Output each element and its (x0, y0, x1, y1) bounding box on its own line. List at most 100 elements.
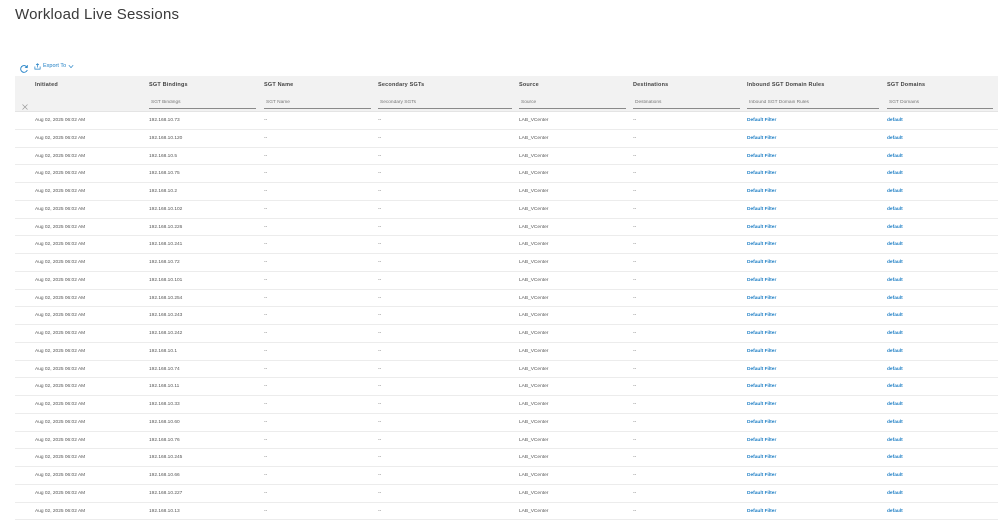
cell-inbound-sgt-domain-rules[interactable]: Default Filter (747, 148, 776, 166)
cell-destinations: -- (633, 295, 637, 301)
filter-secondary-sgts[interactable] (378, 97, 512, 109)
cell-sgt-domains[interactable]: default (887, 378, 903, 396)
cell-sgt-domains[interactable]: default (887, 449, 903, 467)
close-icon[interactable] (21, 98, 29, 110)
table-row[interactable]: Aug 02, 2025 06:02 AM 192.168.10.102 -- -- L… (15, 201, 998, 219)
cell-sgt-domains[interactable]: default (887, 165, 903, 183)
cell-inbound-sgt-domain-rules[interactable]: Default Filter (747, 467, 776, 485)
cell-inbound-sgt-domain-rules[interactable]: Default Filter (747, 272, 776, 290)
cell-inbound-sgt-domain-rules[interactable]: Default Filter (747, 378, 776, 396)
table-row[interactable]: Aug 02, 2025 06:02 AM 192.168.10.242 -- -- L… (15, 325, 998, 343)
cell-inbound-sgt-domain-rules[interactable]: Default Filter (747, 112, 776, 130)
filter-inbound-sgt-domain-rules-input[interactable] (749, 99, 879, 105)
cell-sgt-domains[interactable]: default (887, 396, 903, 414)
table-row[interactable]: Aug 02, 2025 06:02 AM 192.168.10.33 -- -- LA… (15, 396, 998, 414)
table-row[interactable]: Aug 02, 2025 06:02 AM 192.168.10.73 -- -- LA… (15, 112, 998, 130)
filter-destinations-input[interactable] (635, 99, 740, 105)
cell-sgt-domains[interactable]: default (887, 503, 903, 521)
cell-sgt-domains[interactable]: default (887, 254, 903, 272)
cell-inbound-sgt-domain-rules[interactable]: Default Filter (747, 503, 776, 521)
cell-source: LAB_VCenter (519, 118, 549, 123)
table-row[interactable]: Aug 02, 2025 06:02 AM 192.168.10.11 -- -- LA… (15, 378, 998, 396)
cell-inbound-sgt-domain-rules[interactable]: Default Filter (747, 219, 776, 237)
table-row[interactable]: Aug 02, 2025 06:02 AM 192.168.10.226 -- -- L… (15, 219, 998, 237)
filter-sgt-domains[interactable] (887, 97, 993, 109)
cell-inbound-sgt-domain-rules[interactable]: Default Filter (747, 343, 776, 361)
cell-inbound-sgt-domain-rules[interactable]: Default Filter (747, 201, 776, 219)
cell-inbound-sgt-domain-rules[interactable]: Default Filter (747, 485, 776, 503)
column-header-source[interactable]: Source (519, 82, 539, 88)
cell-sgt-domains[interactable]: default (887, 485, 903, 503)
column-header-inbound-sgt-domain-rules[interactable]: Inbound SGT Domain Rules (747, 82, 825, 88)
column-header-sgt-domains[interactable]: SGT Domains (887, 82, 925, 88)
cell-sgt-domains[interactable]: default (887, 414, 903, 432)
table-row[interactable]: Aug 02, 2025 06:02 AM 192.168.10.13 -- -- LA… (15, 503, 998, 521)
table-row[interactable]: Aug 02, 2025 06:02 AM 192.168.10.66 -- -- LA… (15, 467, 998, 485)
table-row[interactable]: Aug 02, 2025 06:02 AM 192.168.10.101 -- -- L… (15, 272, 998, 290)
cell-sgt-domains[interactable]: default (887, 432, 903, 450)
cell-sgt-domains[interactable]: default (887, 467, 903, 485)
table-row[interactable]: Aug 02, 2025 06:02 AM 192.168.10.2 -- -- LAB… (15, 183, 998, 201)
table-row[interactable]: Aug 02, 2025 06:02 AM 192.168.10.72 -- -- LA… (15, 254, 998, 272)
cell-sgt-domains[interactable]: default (887, 183, 903, 201)
cell-inbound-sgt-domain-rules[interactable]: Default Filter (747, 449, 776, 467)
cell-sgt-domains[interactable]: default (887, 272, 903, 290)
page-title: Workload Live Sessions (15, 6, 180, 23)
cell-inbound-sgt-domain-rules[interactable]: Default Filter (747, 290, 776, 308)
cell-sgt-bindings: 192.168.10.101 (149, 277, 183, 283)
filter-sgt-bindings[interactable] (149, 97, 256, 109)
filter-sgt-bindings-input[interactable] (151, 99, 256, 105)
table-row[interactable]: Aug 02, 2025 06:02 AM 192.168.10.227 -- -- L… (15, 485, 998, 503)
cell-sgt-domains[interactable]: default (887, 201, 903, 219)
filter-sgt-name[interactable] (264, 97, 371, 109)
cell-sgt-bindings: 192.168.10.66 (149, 473, 180, 478)
column-header-sgt-bindings[interactable]: SGT Bindings (149, 82, 188, 88)
table-row[interactable]: Aug 02, 2025 06:02 AM 192.168.10.75 -- -- LA… (15, 165, 998, 183)
cell-inbound-sgt-domain-rules[interactable]: Default Filter (747, 254, 776, 272)
export-icon (34, 62, 41, 69)
table-row[interactable]: Aug 02, 2025 06:02 AM 192.168.10.254 -- -- L… (15, 290, 998, 308)
cell-inbound-sgt-domain-rules[interactable]: Default Filter (747, 396, 776, 414)
cell-inbound-sgt-domain-rules[interactable]: Default Filter (747, 361, 776, 379)
cell-sgt-domains[interactable]: default (887, 112, 903, 130)
table-row[interactable]: Aug 02, 2025 06:02 AM 192.168.10.5 -- -- LAB… (15, 148, 998, 166)
table-row[interactable]: Aug 02, 2025 06:02 AM 192.168.10.241 -- -- L… (15, 236, 998, 254)
table-row[interactable]: Aug 02, 2025 06:02 AM 192.168.10.120 -- -- L… (15, 130, 998, 148)
cell-inbound-sgt-domain-rules[interactable]: Default Filter (747, 432, 776, 450)
cell-sgt-domains[interactable]: default (887, 148, 903, 166)
filter-source-input[interactable] (521, 99, 626, 105)
filter-source[interactable] (519, 97, 626, 109)
filter-sgt-domains-input[interactable] (889, 99, 993, 105)
cell-sgt-domains[interactable]: default (887, 219, 903, 237)
column-header-destinations[interactable]: Destinations (633, 82, 668, 88)
cell-sgt-domains[interactable]: default (887, 290, 903, 308)
table-row[interactable]: Aug 02, 2025 06:02 AM 192.168.10.1 -- -- LAB… (15, 343, 998, 361)
column-header-secondary-sgts[interactable]: Secondary SGTs (378, 82, 424, 88)
export-to-button[interactable]: Export To (34, 62, 74, 70)
column-header-sgt-name[interactable]: SGT Name (264, 82, 293, 88)
cell-inbound-sgt-domain-rules[interactable]: Default Filter (747, 236, 776, 254)
table-row[interactable]: Aug 02, 2025 06:02 AM 192.168.10.245 -- -- L… (15, 449, 998, 467)
cell-inbound-sgt-domain-rules[interactable]: Default Filter (747, 183, 776, 201)
table-row[interactable]: Aug 02, 2025 06:02 AM 192.168.10.243 -- -- L… (15, 307, 998, 325)
cell-sgt-domains[interactable]: default (887, 307, 903, 325)
filter-destinations[interactable] (633, 97, 740, 109)
cell-inbound-sgt-domain-rules[interactable]: Default Filter (747, 307, 776, 325)
filter-secondary-sgts-input[interactable] (380, 99, 512, 105)
cell-inbound-sgt-domain-rules[interactable]: Default Filter (747, 165, 776, 183)
table-row[interactable]: Aug 02, 2025 06:02 AM 192.168.10.74 -- -- LA… (15, 361, 998, 379)
column-header-initiated[interactable]: Initiated (35, 82, 58, 88)
cell-inbound-sgt-domain-rules[interactable]: Default Filter (747, 130, 776, 148)
cell-sgt-domains[interactable]: default (887, 325, 903, 343)
filter-sgt-name-input[interactable] (266, 99, 371, 105)
table-row[interactable]: Aug 02, 2025 06:02 AM 192.168.10.60 -- -- LA… (15, 414, 998, 432)
cell-sgt-domains[interactable]: default (887, 236, 903, 254)
refresh-icon[interactable] (19, 61, 29, 73)
filter-inbound-sgt-domain-rules[interactable] (747, 97, 879, 109)
cell-sgt-domains[interactable]: default (887, 361, 903, 379)
cell-sgt-domains[interactable]: default (887, 343, 903, 361)
cell-inbound-sgt-domain-rules[interactable]: Default Filter (747, 414, 776, 432)
cell-inbound-sgt-domain-rules[interactable]: Default Filter (747, 325, 776, 343)
cell-sgt-domains[interactable]: default (887, 130, 903, 148)
table-row[interactable]: Aug 02, 2025 06:02 AM 192.168.10.76 -- -- LA… (15, 432, 998, 450)
